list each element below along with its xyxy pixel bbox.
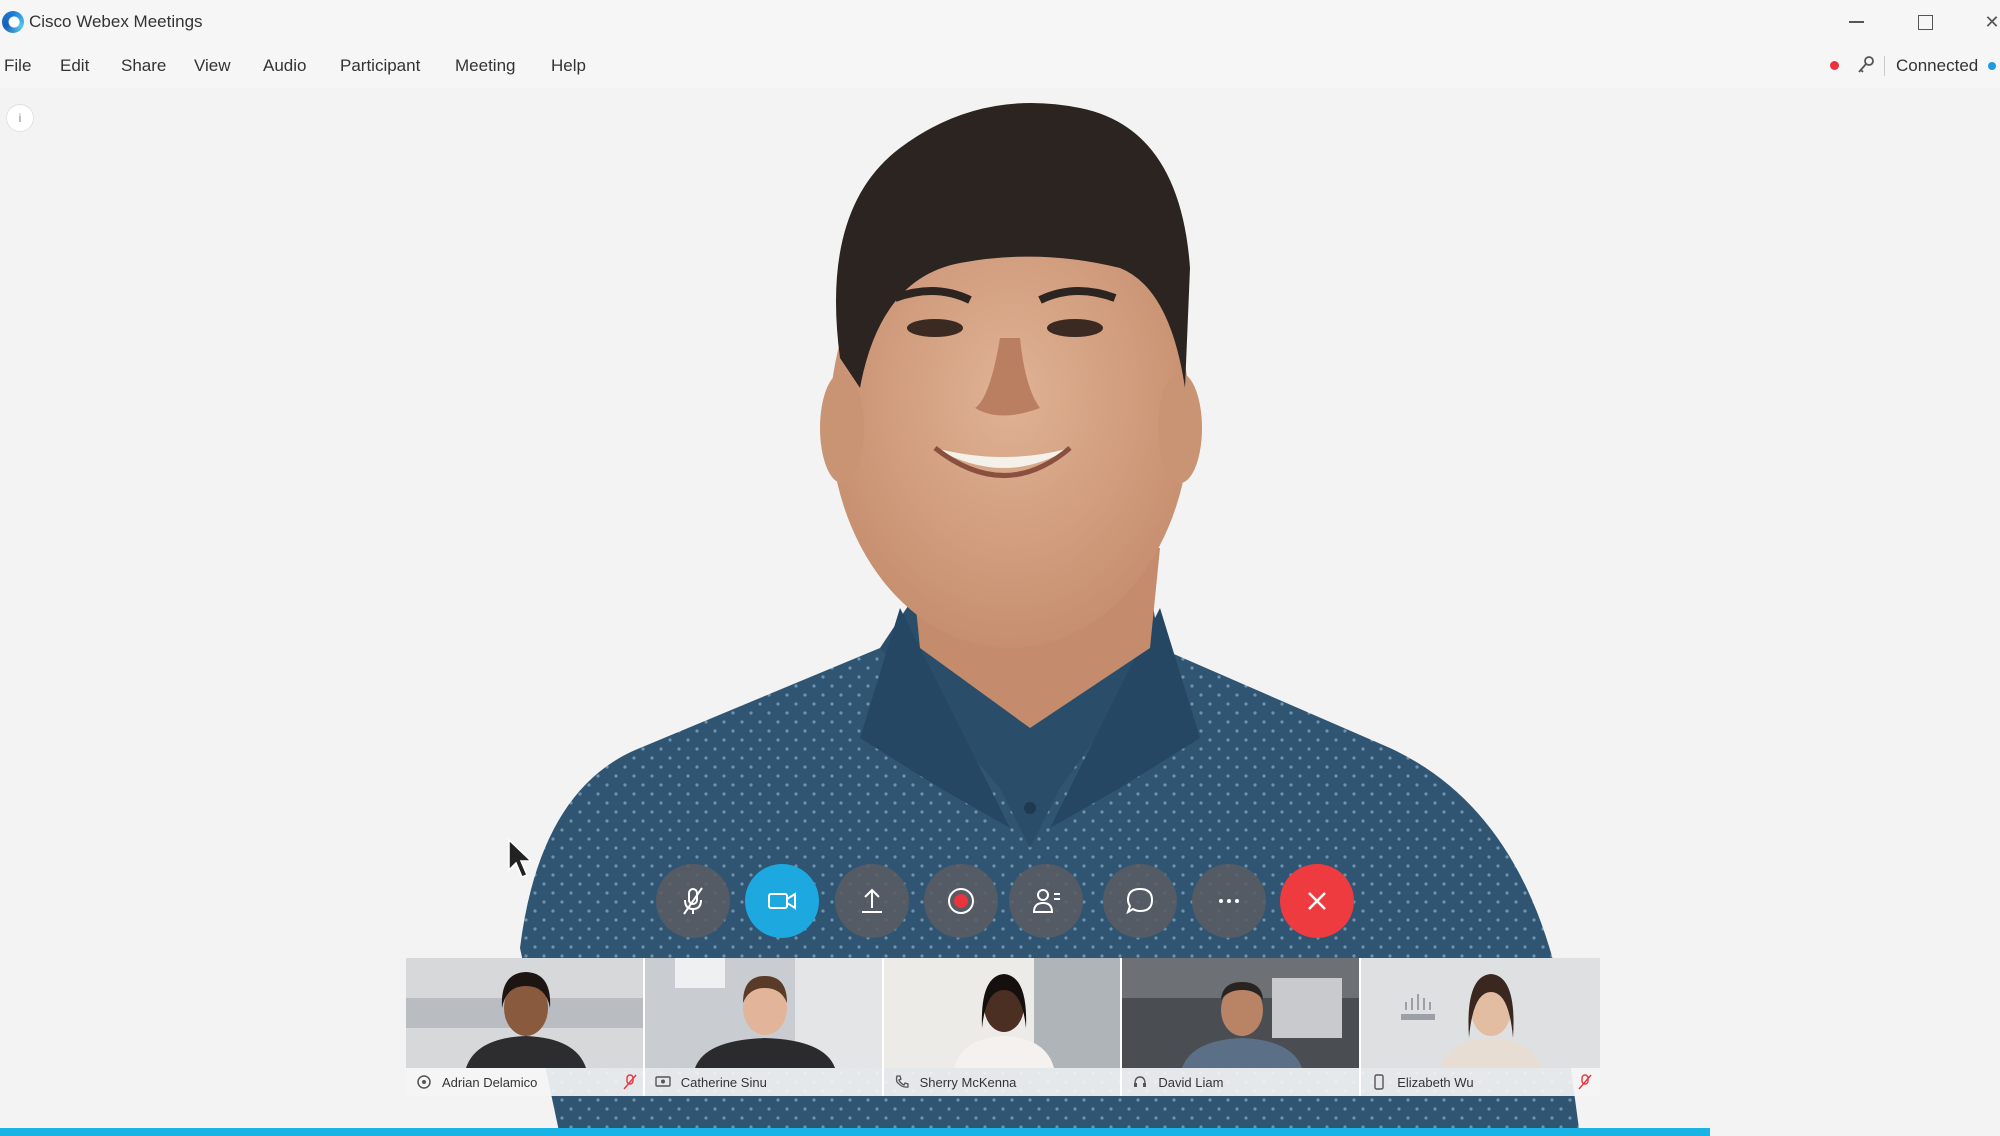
- participant-name: Sherry McKenna: [919, 1074, 1017, 1090]
- meeting-info-icon[interactable]: i: [6, 104, 34, 132]
- mute-button[interactable]: [656, 864, 730, 938]
- connection-status: Connected: [1896, 56, 1979, 75]
- participant-name: David Liam: [1158, 1074, 1224, 1090]
- webex-app-icon: [417, 1075, 431, 1089]
- participant-video: [883, 958, 1121, 1068]
- menu-bar: File Edit Share View Audio Participant M…: [0, 44, 2000, 88]
- video-button[interactable]: [745, 864, 819, 938]
- participant-video: [644, 958, 882, 1068]
- video-camera-icon: [768, 892, 796, 910]
- participant-video: [406, 958, 643, 1068]
- participant-label: Adrian Delamico: [406, 1068, 643, 1096]
- participant-label: Sherry McKenna: [883, 1068, 1121, 1096]
- minimize-button[interactable]: [1834, 6, 1878, 38]
- mobile-icon: [1374, 1074, 1384, 1090]
- participant-video: [1122, 958, 1360, 1068]
- participants-button[interactable]: [1009, 864, 1083, 938]
- leave-button[interactable]: [1280, 864, 1354, 938]
- menu-participant[interactable]: Participant: [340, 56, 420, 76]
- more-button[interactable]: [1192, 864, 1266, 938]
- loading-progress-bar: [0, 1128, 1710, 1136]
- participant-thumbnail[interactable]: David Liam: [1122, 958, 1362, 1096]
- participant-label: Catherine Sinu: [644, 1068, 882, 1096]
- close-icon: [1308, 892, 1326, 910]
- menu-edit[interactable]: Edit: [60, 56, 89, 76]
- record-button[interactable]: [924, 864, 998, 938]
- menu-help[interactable]: Help: [551, 56, 586, 76]
- menu-view[interactable]: View: [194, 56, 231, 76]
- participant-label: David Liam: [1122, 1068, 1360, 1096]
- recording-indicator-icon: [1830, 61, 1839, 70]
- menu-meeting[interactable]: Meeting: [455, 56, 515, 76]
- connection-indicator-icon: [1988, 62, 1996, 70]
- chat-button[interactable]: [1103, 864, 1177, 938]
- participant-strip: Adrian Delamico Catherine Sinu Sherry Mc…: [406, 958, 1600, 1096]
- window-title: Cisco Webex Meetings: [29, 12, 203, 31]
- participant-name: Elizabeth Wu: [1397, 1074, 1474, 1090]
- participant-thumbnail[interactable]: Elizabeth Wu: [1361, 958, 1600, 1096]
- status-divider: [1884, 56, 1885, 76]
- menu-share[interactable]: Share: [121, 56, 166, 76]
- upload-icon: [862, 888, 882, 913]
- microphone-muted-icon: [1578, 1074, 1592, 1090]
- participant-name: Catherine Sinu: [680, 1074, 767, 1090]
- close-window-button[interactable]: [1970, 6, 2000, 38]
- headset-icon: [1134, 1076, 1147, 1087]
- participants-icon: [1032, 889, 1060, 913]
- menu-file[interactable]: File: [4, 56, 31, 76]
- microphone-muted-icon: [683, 887, 703, 915]
- video-system-icon: [655, 1076, 671, 1087]
- participant-thumbnail[interactable]: Sherry McKenna: [883, 958, 1123, 1096]
- title-bar: Cisco Webex Meetings: [0, 0, 2000, 44]
- key-icon[interactable]: [1856, 55, 1876, 75]
- webex-logo-icon: [2, 11, 24, 33]
- microphone-muted-icon: [623, 1074, 637, 1090]
- record-icon: [948, 888, 974, 914]
- participant-label: Elizabeth Wu: [1361, 1068, 1600, 1096]
- maximize-button[interactable]: [1903, 6, 1947, 38]
- participant-name: Adrian Delamico: [442, 1074, 538, 1090]
- menu-audio[interactable]: Audio: [263, 56, 306, 76]
- share-button[interactable]: [835, 864, 909, 938]
- participant-thumbnail[interactable]: Adrian Delamico: [406, 958, 645, 1096]
- more-icon: [1219, 899, 1239, 903]
- participant-thumbnail[interactable]: Catherine Sinu: [644, 958, 884, 1096]
- phone-icon: [895, 1075, 909, 1088]
- chat-bubble-icon: [1126, 887, 1154, 915]
- participant-video: [1361, 958, 1600, 1068]
